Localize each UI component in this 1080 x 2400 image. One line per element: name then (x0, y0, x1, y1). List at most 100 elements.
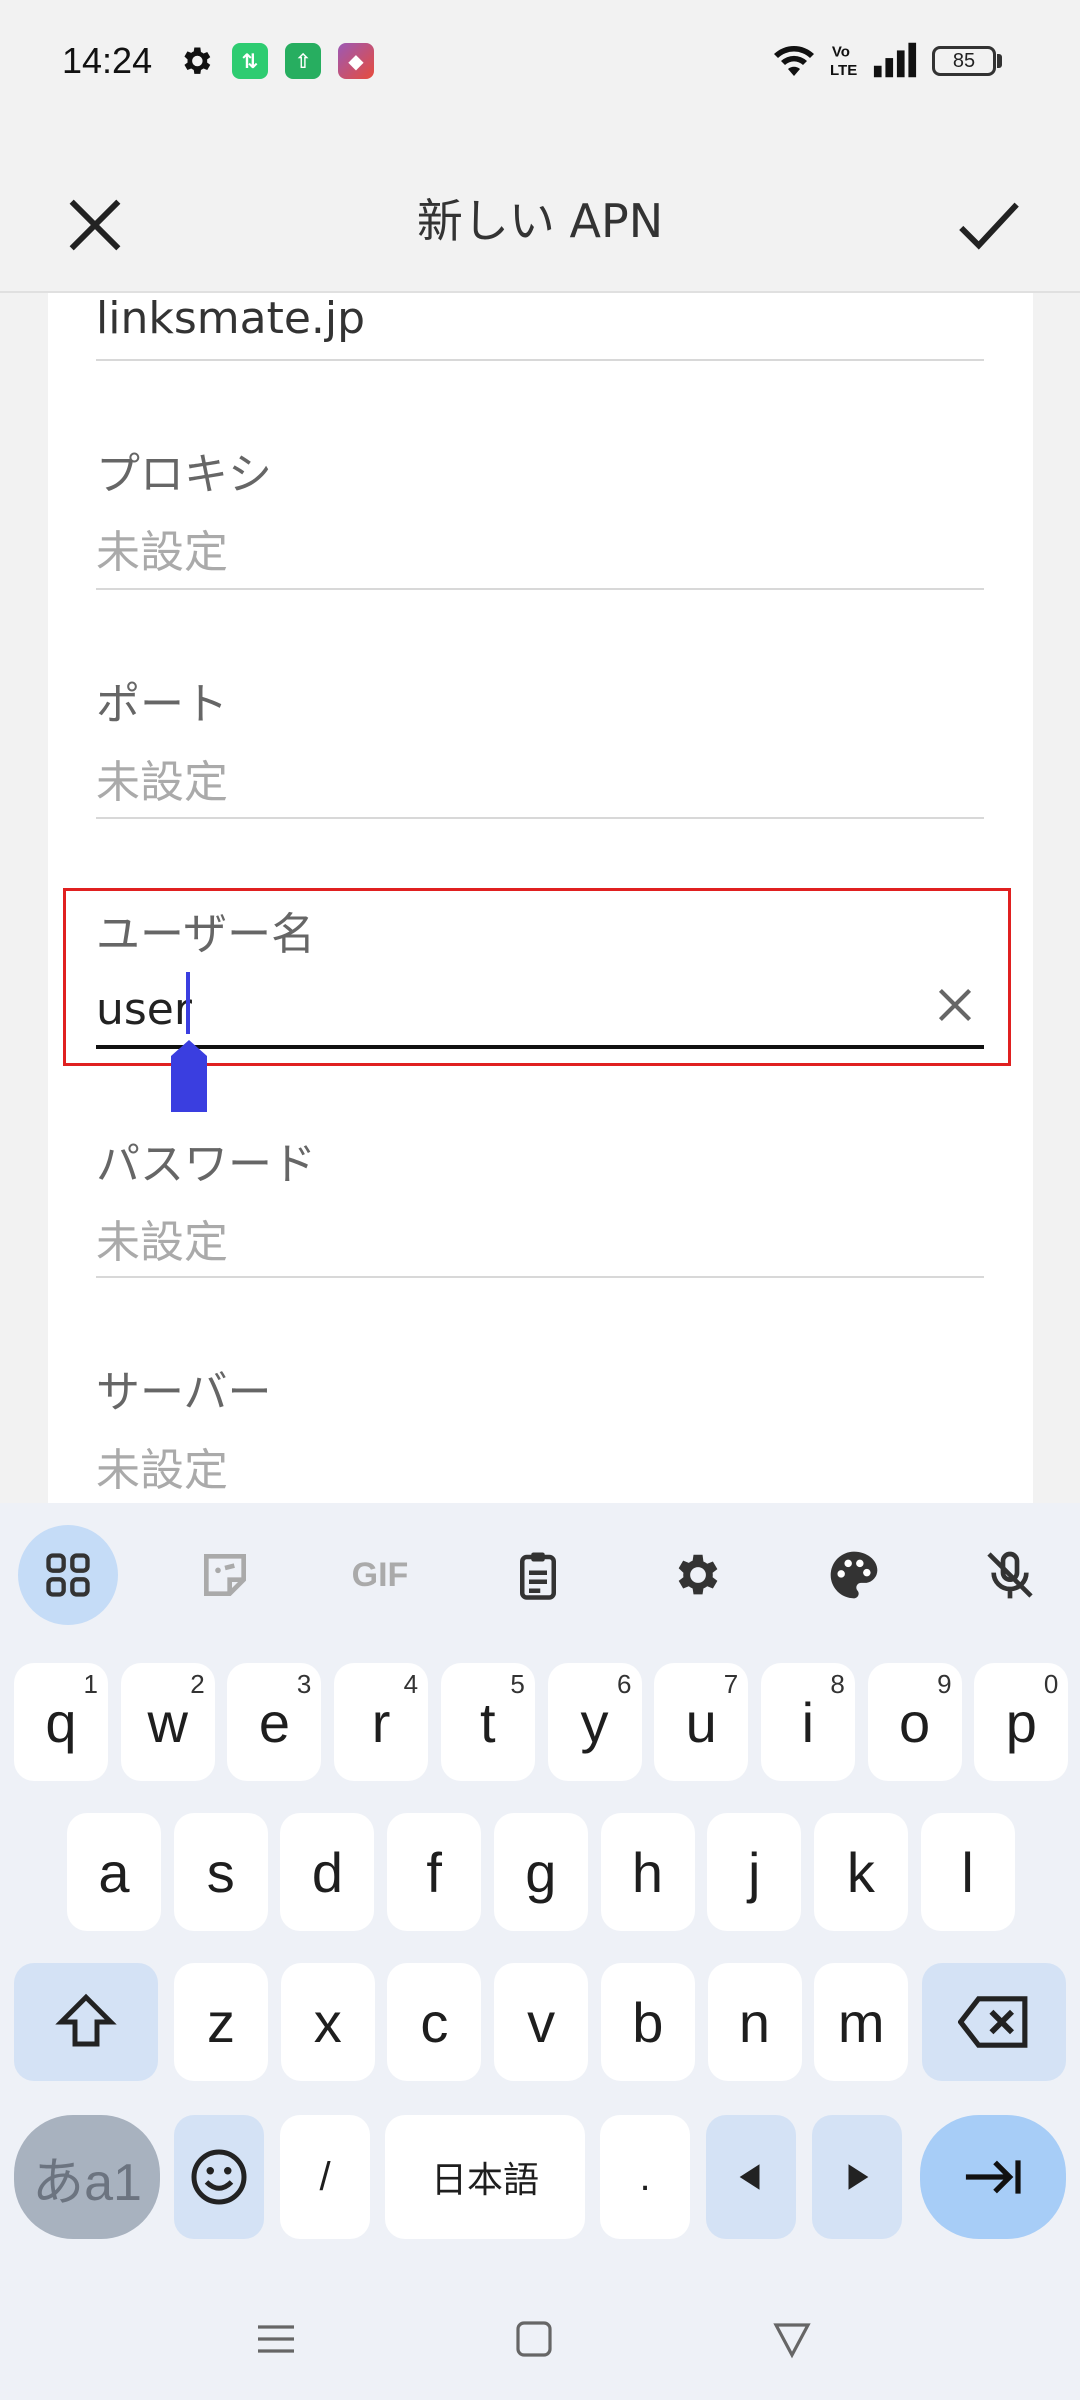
key-label: x (313, 1990, 342, 2054)
battery-tip (997, 54, 1002, 68)
wifi-icon (774, 46, 814, 76)
key-h[interactable]: h (600, 1813, 695, 1931)
status-time: 14:24 (62, 40, 153, 81)
key-k[interactable]: k (813, 1813, 908, 1931)
key-l[interactable]: l (920, 1813, 1015, 1931)
keyboard: GIF あa1 / 日本語 . q 1 w 2 e 3 r 4 t 5 y 6 … (0, 1503, 1080, 2400)
port-value: 未設定 (96, 757, 228, 808)
key-label: r (371, 1690, 391, 1754)
home-icon[interactable] (510, 2315, 558, 2363)
server-value: 未設定 (96, 1445, 228, 1496)
key-z[interactable]: z (174, 1963, 268, 2081)
key-label: e (258, 1690, 290, 1754)
battery-icon: 85 (932, 46, 996, 76)
key-r[interactable]: r4 (334, 1663, 429, 1781)
key-i[interactable]: i8 (760, 1663, 855, 1781)
key-e[interactable]: e3 (227, 1663, 322, 1781)
key-n[interactable]: n (707, 1963, 802, 2081)
settings-button[interactable] (646, 1525, 746, 1625)
clipboard-button[interactable] (488, 1525, 588, 1625)
key-label: d (311, 1840, 343, 1904)
tab-arrow-icon (965, 2160, 1021, 2194)
gif-label: GIF (351, 1555, 409, 1594)
back-icon[interactable] (768, 2315, 816, 2363)
theme-button[interactable] (804, 1525, 904, 1625)
backspace-key[interactable] (922, 1963, 1066, 2081)
key-s[interactable]: s (173, 1813, 268, 1931)
gif-button[interactable]: GIF (330, 1525, 430, 1625)
cursor-handle[interactable] (171, 1040, 207, 1112)
key-w[interactable]: w2 (120, 1663, 215, 1781)
space-key[interactable]: 日本語 (385, 2115, 585, 2239)
clear-text-icon[interactable] (930, 980, 980, 1030)
key-label: s (206, 1840, 235, 1904)
key-m[interactable]: m (814, 1963, 909, 2081)
period-key[interactable]: . (600, 2115, 690, 2239)
key-hint-number: 7 (723, 1669, 739, 1699)
password-value: 未設定 (96, 1217, 228, 1268)
shift-key[interactable] (14, 1963, 158, 2081)
mic-off-button[interactable] (960, 1525, 1060, 1625)
key-label: m (837, 1990, 885, 2054)
menu-icon[interactable] (252, 2315, 300, 2363)
key-t[interactable]: t5 (440, 1663, 535, 1781)
triangle-right-icon (848, 2164, 869, 2190)
shift-icon (55, 1993, 117, 2047)
key-label: c (420, 1990, 449, 2054)
key-hint-number: 0 (1043, 1669, 1059, 1699)
data-transfer-icon: ⇅ (232, 43, 268, 79)
server-field[interactable]: サーバー 未設定 (96, 1356, 984, 1498)
key-label: f (426, 1840, 442, 1904)
key-label: v (527, 1990, 556, 2054)
key-label: p (1005, 1690, 1037, 1754)
key-d[interactable]: d (280, 1813, 375, 1931)
sticker-button[interactable] (175, 1525, 275, 1625)
signal-icon (873, 42, 917, 78)
key-label: y (580, 1690, 609, 1754)
emoji-icon (191, 2149, 247, 2205)
mode-switch-key[interactable]: あa1 (14, 2115, 160, 2239)
key-label: a (98, 1840, 130, 1904)
key-label: g (525, 1840, 557, 1904)
proxy-field[interactable]: プロキシ 未設定 (96, 438, 984, 580)
key-v[interactable]: v (494, 1963, 589, 2081)
app-bar: 新しい APN (0, 125, 1080, 293)
key-y[interactable]: y6 (547, 1663, 642, 1781)
port-field[interactable]: ポート 未設定 (96, 668, 984, 810)
apn-value[interactable]: linksmate.jp (96, 293, 365, 344)
key-hint-number: 2 (190, 1669, 205, 1699)
apps-grid-button[interactable] (18, 1525, 118, 1625)
key-q[interactable]: q1 (14, 1663, 108, 1781)
key-x[interactable]: x (280, 1963, 375, 2081)
key-label: w (147, 1690, 188, 1754)
status-bar: 14:24 ⇅ ⇧ ◆ Vo LTE 85 (0, 0, 1080, 125)
triangle-left-icon (739, 2164, 760, 2190)
slash-key[interactable]: / (280, 2115, 370, 2239)
key-hint-number: 8 (830, 1669, 845, 1699)
key-g[interactable]: g (493, 1813, 588, 1931)
key-b[interactable]: b (600, 1963, 695, 2081)
key-label: q (45, 1690, 77, 1754)
key-f[interactable]: f (387, 1813, 482, 1931)
key-hint-number: 9 (937, 1669, 952, 1699)
key-label: j (747, 1840, 761, 1904)
key-p[interactable]: p0 (974, 1663, 1069, 1781)
space-label: 日本語 (430, 2160, 539, 2201)
key-o[interactable]: o9 (867, 1663, 962, 1781)
cursor-right-key[interactable] (812, 2115, 902, 2239)
check-icon[interactable] (950, 190, 1025, 260)
proxy-divider (96, 588, 984, 590)
settings-icon (678, 1554, 718, 1595)
next-field-key[interactable] (920, 2115, 1066, 2239)
key-a[interactable]: a (67, 1813, 161, 1931)
key-u[interactable]: u7 (654, 1663, 749, 1781)
key-c[interactable]: c (387, 1963, 482, 2081)
palette-icon (830, 1551, 878, 1599)
username-underline (96, 1045, 984, 1049)
port-label: ポート (96, 679, 228, 730)
emoji-key[interactable] (174, 2115, 264, 2239)
cursor-left-key[interactable] (706, 2115, 796, 2239)
port-divider (96, 817, 984, 819)
key-j[interactable]: j (707, 1813, 802, 1931)
password-field[interactable]: パスワード 未設定 (96, 1128, 984, 1270)
